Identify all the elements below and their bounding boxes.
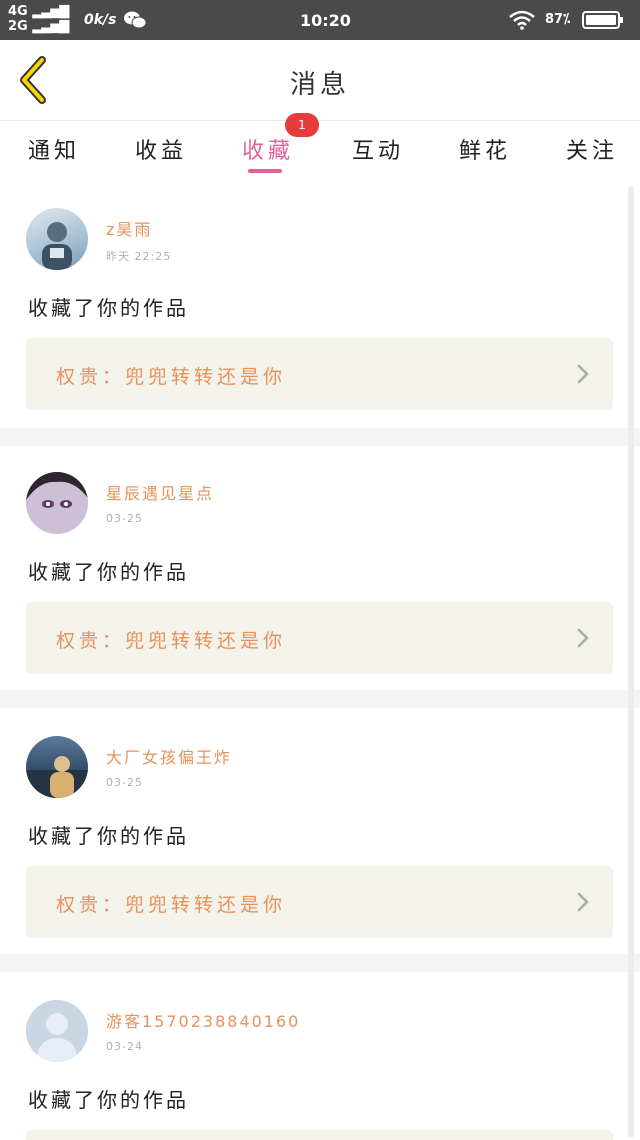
message-item: 星辰遇见星点 03-25 收藏了你的作品 权贵：兜兜转转还是你 xyxy=(0,446,640,690)
status-time: 10:20 xyxy=(300,11,351,30)
message-action: 收藏了你的作品 xyxy=(28,824,189,848)
active-tab-indicator xyxy=(248,169,282,173)
username[interactable]: 大厂女孩偏王炸 xyxy=(106,744,232,768)
message-item: 大厂女孩偏王炸 03-25 收藏了你的作品 权贵：兜兜转转还是你 xyxy=(0,708,640,954)
work-link[interactable]: 权贵：兜兜转转还是你 xyxy=(26,602,613,674)
work-link[interactable] xyxy=(26,1130,613,1140)
avatar[interactable] xyxy=(26,1000,88,1062)
signal-indicator: 4G ▂▃▅▇ 2G ▂▃▅▇ xyxy=(8,4,69,34)
scrollbar[interactable] xyxy=(628,186,634,1138)
chevron-right-icon xyxy=(577,892,589,912)
divider xyxy=(0,690,640,708)
battery-level: 87⁒ xyxy=(545,12,571,27)
message-time: 03-25 xyxy=(106,512,143,525)
avatar-image xyxy=(26,472,88,534)
tab-favorites[interactable]: 收藏 xyxy=(242,133,294,165)
work-title: 权贵：兜兜转转还是你 xyxy=(56,366,287,388)
username[interactable]: 游客1570238840160 xyxy=(106,1008,300,1032)
message-time: 03-25 xyxy=(106,776,143,789)
message-item: z昊雨 昨天 22:25 收藏了你的作品 权贵：兜兜转转还是你 xyxy=(0,180,640,428)
avatar[interactable] xyxy=(26,736,88,798)
divider xyxy=(0,428,640,446)
tab-interactions[interactable]: 互动 xyxy=(352,133,404,165)
network-type-top: 4G xyxy=(8,4,28,19)
work-link[interactable]: 权贵：兜兜转转还是你 xyxy=(26,338,613,410)
network-type-bottom: 2G xyxy=(8,19,28,34)
status-bar: 4G ▂▃▅▇ 2G ▂▃▅▇ 0k/s 10:20 87⁒ xyxy=(0,0,640,40)
wechat-icon xyxy=(124,11,146,29)
tab-earnings[interactable]: 收益 xyxy=(135,133,187,165)
username[interactable]: z昊雨 xyxy=(106,216,152,240)
avatar[interactable] xyxy=(26,208,88,270)
message-time: 昨天 22:25 xyxy=(106,250,172,263)
message-action: 收藏了你的作品 xyxy=(28,1088,189,1112)
favorites-badge: 1 xyxy=(285,113,319,137)
message-time: 03-24 xyxy=(106,1040,143,1053)
username[interactable]: 星辰遇见星点 xyxy=(106,480,214,504)
chevron-right-icon xyxy=(577,364,589,384)
avatar[interactable] xyxy=(26,472,88,534)
message-action: 收藏了你的作品 xyxy=(28,560,189,584)
net-speed: 0k/s xyxy=(84,12,117,28)
work-title: 权贵：兜兜转转还是你 xyxy=(56,630,287,652)
tab-bar: 通知 收益 收藏 1 互动 鲜花 关注 xyxy=(0,113,640,179)
work-link[interactable]: 权贵：兜兜转转还是你 xyxy=(26,866,613,938)
chevron-right-icon xyxy=(577,628,589,648)
page-title: 消息 xyxy=(289,70,350,100)
battery-icon xyxy=(582,11,623,29)
default-avatar-icon xyxy=(26,1000,88,1062)
avatar-image xyxy=(42,222,72,270)
message-item: 游客1570238840160 03-24 收藏了你的作品 xyxy=(0,972,640,1140)
work-title: 权贵：兜兜转转还是你 xyxy=(56,894,287,916)
nav-bar: 消息 xyxy=(0,40,640,121)
wifi-icon xyxy=(509,10,535,30)
avatar-image xyxy=(26,756,88,798)
tab-notifications[interactable]: 通知 xyxy=(28,133,80,165)
divider xyxy=(0,954,640,972)
tab-following[interactable]: 关注 xyxy=(566,133,618,165)
tab-flowers[interactable]: 鲜花 xyxy=(459,133,511,165)
message-action: 收藏了你的作品 xyxy=(28,296,189,320)
